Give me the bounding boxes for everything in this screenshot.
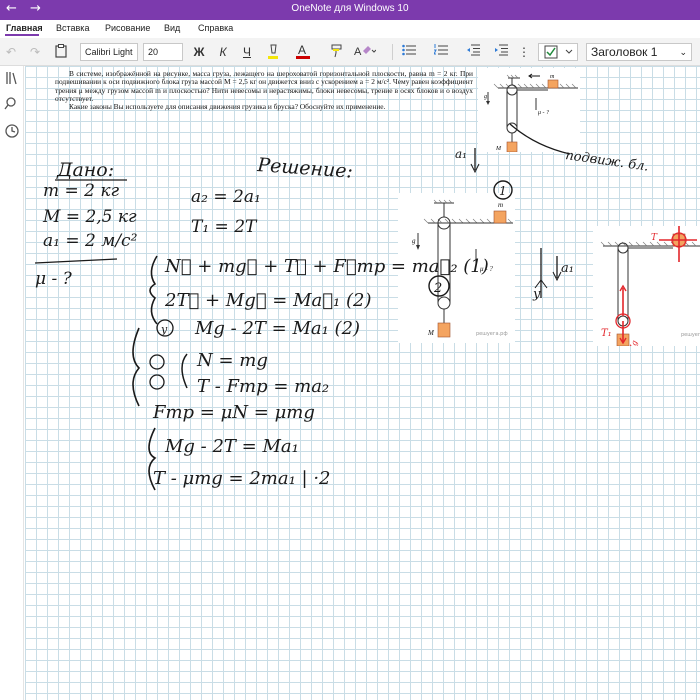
highlighter-icon[interactable] [266,44,280,60]
clipboard-icon[interactable] [54,44,68,60]
given-M: M = 2,5 кг [42,207,137,227]
dano-title: Дано: [56,159,114,181]
circle-label-1: 1 [499,184,507,198]
font-color-bar [296,56,310,59]
tab-insert[interactable]: Вставка [56,23,89,33]
reshenie-title: Решение: [256,154,354,183]
app-title: OneNote для Windows 10 [291,3,409,14]
tag-checkbox-button[interactable] [538,43,578,61]
projection-y: Mg - 2T = Ma₁ (2) [194,318,360,339]
underline-button[interactable]: Ч [240,44,254,60]
svg-text:A: A [354,46,362,58]
format-painter-icon[interactable] [330,44,344,60]
projection-x: T - Fтр = ma₂ [197,376,329,397]
notebooks-icon[interactable] [4,70,20,86]
italic-button[interactable]: К [216,44,230,60]
ribbon-tabs: Главная Вставка Рисование Вид Справка [0,20,700,38]
bullets-icon[interactable] [402,44,416,60]
ink-layer: подвиж. бл. a₁ Дано: m = 2 кг M = 2,5 кг… [34,123,649,491]
active-tab-indicator [5,34,39,36]
eq-vector-2: 2T⃗ + Mg⃗ = Ma⃗₁ (2) [164,290,371,311]
a1-label-top: a₁ [455,147,467,161]
font-name-box[interactable]: Calibri Light [80,43,138,61]
system-eq-1: Mg - 2T = Ma₁ [164,436,299,457]
more-options-icon[interactable]: ⋮ [517,44,531,60]
axis-y-marker: y [160,323,168,336]
navigation-sidebar [0,66,24,700]
tab-view[interactable]: Вид [164,23,180,33]
note-moving-block: подвиж. бл. [564,148,649,175]
chevron-down-icon: ⌄ [679,47,687,57]
relation-T1: T₁ = 2T [191,217,258,237]
tab-draw[interactable]: Рисование [105,23,150,33]
a1-label-right: a₁ [561,261,574,276]
eq-vector-1: N⃗ + mg⃗ + T⃗ + F⃗тр = ma⃗₂ (1) [164,256,489,277]
outdent-icon[interactable] [466,44,480,60]
styles-clear-icon[interactable]: A [354,44,377,60]
redo-icon[interactable]: ↷ [28,44,42,60]
circle-label-2: 2 [433,281,442,296]
projection-normal: N = mg [196,350,268,371]
style-dropdown-value: Заголовок 1 [591,45,658,59]
indent-icon[interactable] [494,44,508,60]
page-canvas[interactable]: В системе, изображённой на рисунке, масс… [25,66,700,700]
axis-y-label: y [532,287,541,302]
tab-home[interactable]: Главная [6,23,43,33]
search-icon[interactable] [4,96,20,112]
friction-force: Fтр = μN = μmg [152,402,315,423]
font-color-button[interactable]: A [296,43,310,60]
title-bar: ← → OneNote для Windows 10 [0,0,700,20]
ribbon-toolbar: ↶ ↷ Calibri Light 20 Ж К Ч A A ⋮ Заголов… [0,38,700,66]
given-a1: a₁ = 2 м/с² [43,231,138,251]
style-dropdown[interactable]: Заголовок 1 ⌄ [586,43,692,61]
undo-icon[interactable]: ↶ [4,44,18,60]
relation-a2: a₂ = 2a₁ [191,187,261,207]
given-m: m = 2 кг [43,181,120,201]
bold-button[interactable]: Ж [192,44,206,60]
find-mu: μ - ? [35,269,73,289]
ribbon-separator [392,44,393,60]
recent-icon[interactable] [4,123,20,139]
tab-help[interactable]: Справка [198,23,233,33]
numbering-icon[interactable] [433,44,448,60]
system-eq-2: T - μmg = 2ma₁ | ·2 [153,468,331,489]
font-size-box[interactable]: 20 [143,43,183,61]
